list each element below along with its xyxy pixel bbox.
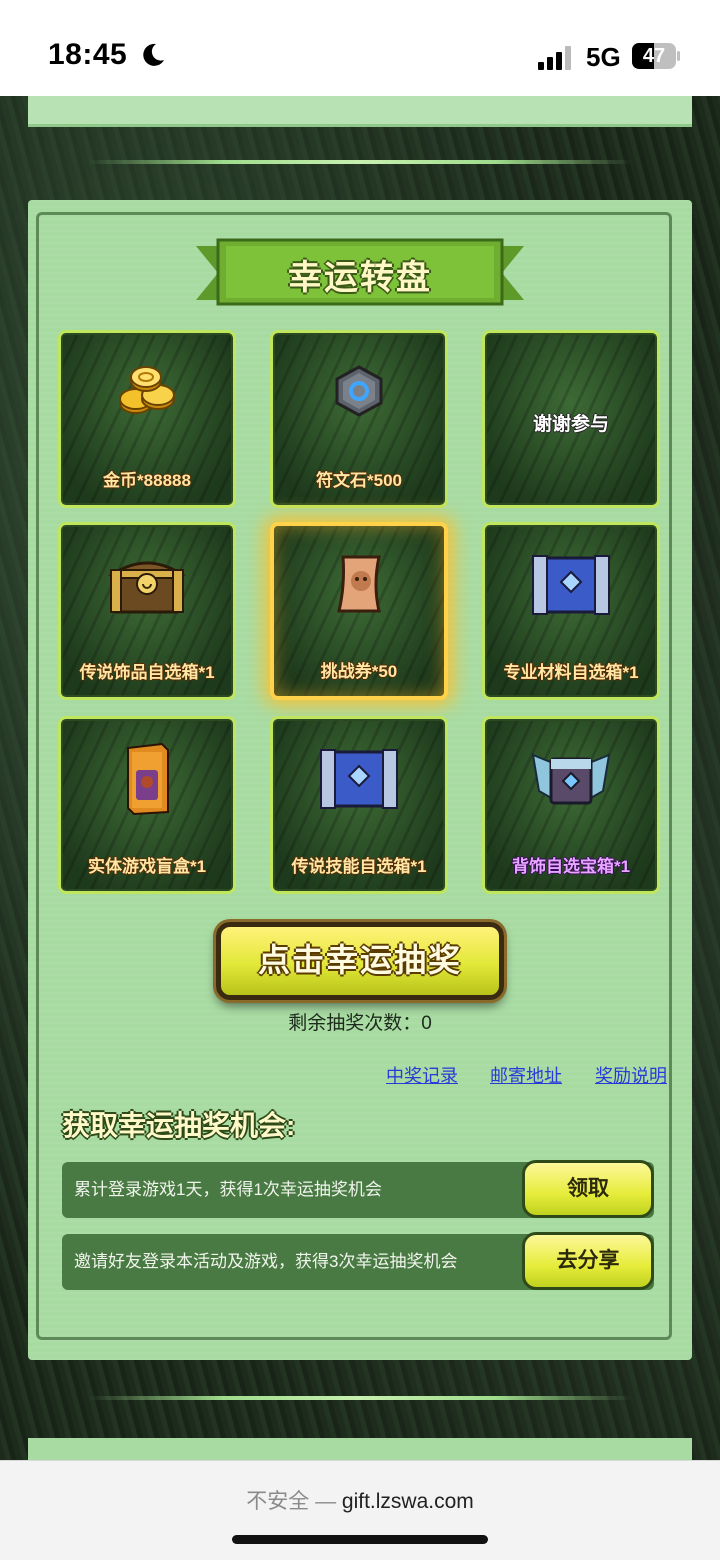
prize-label: 挑战券*50	[320, 662, 398, 681]
prize-label: 传说饰品自选箱*1	[79, 663, 215, 682]
task-text: 累计登录游戏1天，获得1次幸运抽奖机会	[74, 1180, 382, 1199]
battery-level: 47	[642, 45, 666, 67]
prize-label: 符文石*500	[316, 471, 402, 490]
prize-label: 金币*88888	[103, 471, 191, 490]
section-divider	[88, 160, 632, 164]
blind-box-icon	[127, 743, 169, 816]
chances-title: 获取幸运抽奖机会:	[62, 1110, 296, 1141]
lucky-draw-button[interactable]: 点击幸运抽奖	[216, 922, 504, 1000]
section-divider	[88, 1396, 632, 1400]
challenge-scroll-icon	[337, 555, 381, 613]
prize-cell-thanks: 谢谢参与	[482, 330, 660, 508]
prize-cell-challenge-active: 挑战券*50	[270, 522, 448, 700]
prize-label: 谢谢参与	[532, 414, 609, 435]
mailing-address-link[interactable]: 邮寄地址	[490, 1062, 562, 1088]
task-row-invite: 邀请好友登录本活动及游戏，获得3次幸运抽奖机会 去分享	[62, 1232, 654, 1290]
share-button[interactable]: 去分享	[522, 1232, 654, 1290]
prize-cell-pro-material: 专业材料自选箱*1	[482, 522, 660, 700]
domain-text: gift.lzswa.com	[341, 1490, 474, 1513]
legend-chest-icon	[107, 562, 187, 614]
previous-section-bottom	[28, 96, 692, 127]
claim-button[interactable]: 领取	[522, 1160, 654, 1218]
status-bar: 18:45 5G 47	[0, 0, 720, 96]
prize-cell-back-accessory: 背饰自选宝箱*1	[482, 716, 660, 894]
prize-cell-rune: 符文石*500	[270, 330, 448, 508]
prize-cell-legend-accessory: 传说饰品自选箱*1	[58, 522, 236, 700]
prize-cell-blind-box: 实体游戏盲盒*1	[58, 716, 236, 894]
rune-stone-icon	[335, 365, 383, 418]
gold-coins-icon	[119, 366, 175, 415]
prize-label: 传说技能自选箱*1	[291, 857, 427, 876]
home-indicator[interactable]	[232, 1535, 488, 1544]
moon-icon	[143, 43, 164, 66]
browser-address-bar[interactable]: 不安全 — gift.lzswa.com	[0, 1460, 720, 1560]
network-type: 5G	[586, 42, 621, 72]
cellular-signal-icon	[538, 46, 571, 70]
win-records-link[interactable]: 中奖记录	[386, 1062, 458, 1088]
blue-chest-icon	[320, 749, 398, 810]
prize-cell-gold: 金币*88888	[58, 330, 236, 508]
task-row-login: 累计登录游戏1天，获得1次幸运抽奖机会 领取	[62, 1160, 654, 1218]
url-display[interactable]: 不安全 — gift.lzswa.com	[0, 1485, 720, 1515]
url-separator: —	[315, 1490, 342, 1513]
lottery-title: 幸运转盘	[288, 259, 432, 297]
blue-chest-icon	[532, 555, 610, 616]
prize-cell-legend-skill: 传说技能自选箱*1	[270, 716, 448, 894]
prize-label: 实体游戏盲盒*1	[87, 857, 207, 876]
prize-label: 专业材料自选箱*1	[503, 663, 639, 682]
status-time: 18:45	[48, 38, 128, 71]
reward-rules-link[interactable]: 奖励说明	[595, 1062, 667, 1088]
wing-chest-icon	[531, 753, 611, 805]
remaining-draws: 剩余抽奖次数：0	[288, 1013, 432, 1034]
task-text: 邀请好友登录本活动及游戏，获得3次幸运抽奖机会	[74, 1252, 458, 1271]
prize-label: 背饰自选宝箱*1	[511, 857, 631, 876]
insecure-label: 不安全	[246, 1490, 316, 1513]
